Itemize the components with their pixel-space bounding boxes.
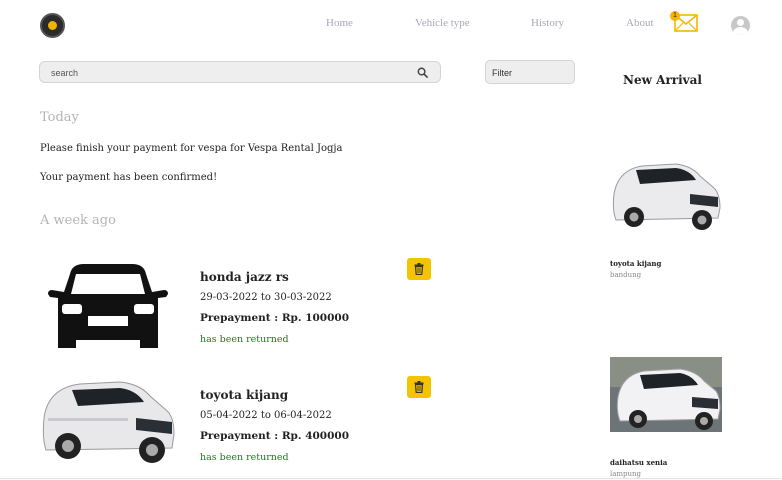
search-bar: [39, 61, 441, 83]
car-silhouette-image: [48, 264, 168, 348]
bottom-divider: [0, 478, 782, 479]
search-icon[interactable]: [417, 67, 428, 78]
trash-icon: [414, 381, 424, 393]
new-arrival-title: New Arrival: [623, 73, 702, 87]
nav-home[interactable]: Home: [326, 17, 353, 29]
trash-icon: [414, 263, 424, 275]
item-dates: 29-03-2022 to 30-03-2022: [200, 292, 332, 303]
arrival-card[interactable]: toyota kijang bandung: [610, 160, 725, 279]
toyota-kijang-image: [42, 381, 175, 463]
delete-button[interactable]: [407, 258, 431, 280]
nav-about[interactable]: About: [626, 17, 654, 29]
item-status: has been returned: [200, 334, 289, 345]
top-navbar: Home Vehicle type History About 1: [0, 0, 782, 52]
logo-core: [48, 21, 57, 30]
item-dates: 05-04-2022 to 06-04-2022: [200, 410, 332, 421]
filter-select[interactable]: Filter: [485, 60, 575, 84]
arrival-location: lampung: [610, 470, 642, 478]
arrival-name: daihatsu xenia: [610, 458, 668, 467]
item-prepayment: Prepayment : Rp. 400000: [200, 430, 350, 442]
logo-icon[interactable]: [40, 13, 65, 38]
avatar-body: [733, 27, 748, 35]
avatar-icon[interactable]: [731, 16, 750, 35]
mail-badge: 1: [670, 11, 680, 21]
item-title: honda jazz rs: [200, 270, 289, 284]
daihatsu-xenia-image: [610, 357, 722, 432]
history-item: honda jazz rs 29-03-2022 to 30-03-2022 P…: [40, 258, 440, 365]
search-input[interactable]: [51, 66, 401, 80]
notification-item[interactable]: Please finish your payment for vespa for…: [40, 143, 342, 154]
avatar-head: [737, 19, 744, 26]
arrival-location: bandung: [610, 271, 642, 279]
history-item: toyota kijang 05-04-2022 to 06-04-2022 P…: [40, 376, 440, 480]
item-title: toyota kijang: [200, 388, 289, 402]
nav-history[interactable]: History: [531, 17, 564, 29]
section-heading-today: Today: [40, 110, 79, 125]
arrival-name: toyota kijang: [610, 259, 662, 268]
item-prepayment: Prepayment : Rp. 100000: [200, 312, 350, 324]
section-heading-week-ago: A week ago: [40, 213, 116, 228]
delete-button[interactable]: [407, 376, 431, 398]
nav-vehicle-type[interactable]: Vehicle type: [415, 17, 470, 29]
arrival-card[interactable]: daihatsu xenia lampung: [610, 357, 725, 478]
item-status: has been returned: [200, 452, 289, 463]
notification-item[interactable]: Your payment has been confirmed!: [40, 172, 217, 183]
toyota-kijang-image: [612, 163, 721, 230]
